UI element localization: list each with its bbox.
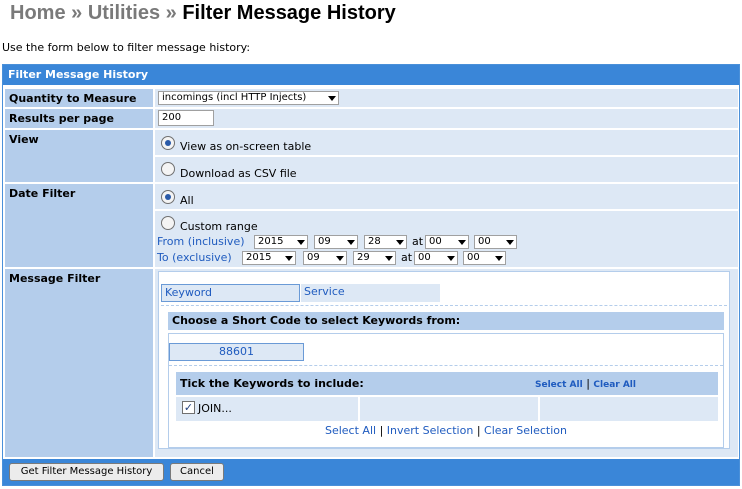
link-divider: | <box>379 424 384 437</box>
column-divider <box>538 397 540 421</box>
breadcrumb: Home » Utilities » Filter Message Histor… <box>10 2 396 25</box>
date-to-label: To (exclusive) <box>157 251 232 264</box>
filter-panel: Filter Message History Quantity to Measu… <box>2 64 740 486</box>
to-month-value: 09 <box>307 252 320 263</box>
chevron-down-icon <box>495 256 503 261</box>
date-all-label: All <box>180 194 194 207</box>
chevron-down-icon <box>396 240 404 245</box>
results-label: Results per page <box>5 109 153 128</box>
at-text: at <box>401 251 413 264</box>
shortcode-tab-88601[interactable]: 88601 <box>169 343 304 361</box>
shortcode-panel: 88601 Tick the Keywords to include: Sele… <box>168 333 724 448</box>
panel-footer: Get Filter Message History Cancel <box>3 459 739 485</box>
clear-selection-link[interactable]: Clear Selection <box>484 424 567 437</box>
to-hour-value: 00 <box>418 252 431 263</box>
to-year-value: 2015 <box>246 252 272 263</box>
panel-title: Filter Message History <box>3 65 739 85</box>
from-day-value: 28 <box>368 236 381 247</box>
select-all-link[interactable]: Select All <box>325 424 376 437</box>
keywords-heading: Tick the Keywords to include: Select All… <box>176 372 718 395</box>
selection-links: Select All | Invert Selection | Clear Se… <box>169 424 723 437</box>
chevron-down-icon <box>385 256 393 261</box>
keyword-bulk-links: Select All | Clear All <box>535 372 636 397</box>
to-month-select[interactable]: 09 <box>303 251 347 265</box>
link-divider: | <box>476 424 481 437</box>
link-divider: | <box>586 377 590 390</box>
breadcrumb-home[interactable]: Home <box>10 2 66 24</box>
breadcrumb-separator: » <box>71 2 83 24</box>
from-year-select[interactable]: 2015 <box>254 235 308 249</box>
quantity-cell: incomings (incl HTTP Injects) <box>155 89 738 107</box>
chevron-down-icon <box>328 96 336 101</box>
chevron-down-icon <box>506 240 514 245</box>
column-divider <box>358 397 360 421</box>
chevron-down-icon <box>336 256 344 261</box>
keyword-join-label: JOIN... <box>198 402 232 415</box>
shortcode-heading: Choose a Short Code to select Keywords f… <box>168 312 724 330</box>
results-per-page-input[interactable]: 200 <box>158 110 214 126</box>
page-title: Filter Message History <box>182 2 396 24</box>
from-year-value: 2015 <box>258 236 284 247</box>
from-month-value: 09 <box>318 236 331 247</box>
view-label: View <box>5 130 153 182</box>
quantity-select[interactable]: incomings (incl HTTP Injects) <box>158 91 339 105</box>
chevron-down-icon <box>297 240 305 245</box>
at-text: at <box>412 235 424 248</box>
chevron-down-icon <box>347 240 355 245</box>
from-hour-select[interactable]: 00 <box>425 235 469 249</box>
view-table-label: View as on-screen table <box>180 140 312 153</box>
keyword-join-checkbox[interactable]: ✓ <box>182 401 195 414</box>
date-all-radio[interactable] <box>161 190 175 204</box>
breadcrumb-separator: » <box>165 2 177 24</box>
chevron-down-icon <box>447 256 455 261</box>
date-custom-radio[interactable] <box>161 216 175 230</box>
keyword-row: ✓ JOIN... <box>176 397 718 421</box>
date-custom-label: Custom range <box>180 220 258 233</box>
view-table-radio[interactable] <box>161 136 175 150</box>
to-year-select[interactable]: 2015 <box>242 251 296 265</box>
view-option-table-cell: View as on-screen table <box>155 130 738 155</box>
to-day-value: 29 <box>357 252 370 263</box>
to-minute-value: 00 <box>467 252 480 263</box>
quantity-select-value: incomings (incl HTTP Injects) <box>162 92 307 103</box>
date-from-label: From (inclusive) <box>157 235 245 248</box>
tab-service[interactable]: Service <box>301 284 440 302</box>
from-month-select[interactable]: 09 <box>314 235 358 249</box>
invert-selection-link[interactable]: Invert Selection <box>387 424 474 437</box>
tab-keyword[interactable]: Keyword <box>161 284 300 302</box>
clear-all-small-link[interactable]: Clear All <box>593 380 636 390</box>
message-filter-box: Keyword Service Choose a Short Code to s… <box>158 271 730 449</box>
divider <box>161 305 727 306</box>
to-day-select[interactable]: 29 <box>353 251 396 265</box>
view-csv-label: Download as CSV file <box>180 167 297 180</box>
to-minute-select[interactable]: 00 <box>463 251 506 265</box>
keywords-heading-text: Tick the Keywords to include: <box>180 377 364 390</box>
from-minute-value: 00 <box>478 236 491 247</box>
select-all-small-link[interactable]: Select All <box>535 380 583 390</box>
cancel-button[interactable]: Cancel <box>170 463 224 481</box>
message-filter-label: Message Filter <box>5 269 153 457</box>
date-custom-cell: Custom range From (inclusive) 2015 09 28… <box>155 211 738 267</box>
get-filter-history-button[interactable]: Get Filter Message History <box>9 463 164 481</box>
breadcrumb-utilities[interactable]: Utilities <box>88 2 160 24</box>
from-day-select[interactable]: 28 <box>364 235 407 249</box>
chevron-down-icon <box>458 240 466 245</box>
intro-text: Use the form below to filter message his… <box>2 41 251 54</box>
from-minute-select[interactable]: 00 <box>474 235 517 249</box>
view-option-csv-cell: Download as CSV file <box>155 157 738 182</box>
quantity-label: Quantity to Measure <box>5 89 153 107</box>
view-csv-radio[interactable] <box>161 162 175 176</box>
to-hour-select[interactable]: 00 <box>414 251 458 265</box>
chevron-down-icon <box>285 256 293 261</box>
from-hour-value: 00 <box>429 236 442 247</box>
divider <box>169 365 723 366</box>
date-filter-label: Date Filter <box>5 184 153 267</box>
date-all-cell: All <box>155 184 738 209</box>
results-cell: 200 <box>155 109 738 128</box>
